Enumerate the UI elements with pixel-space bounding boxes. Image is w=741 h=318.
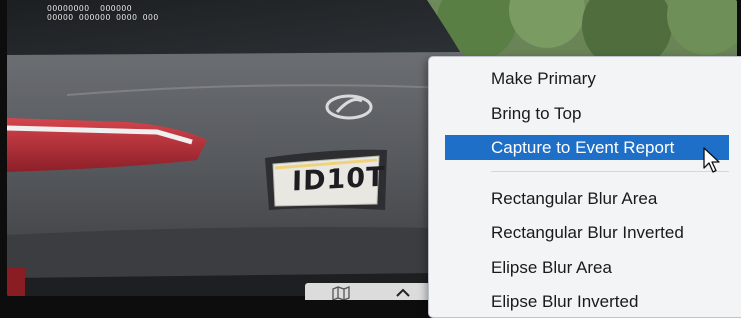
menu-item-elipse-blur-inverted[interactable]: Elipse Blur Inverted bbox=[445, 289, 729, 314]
mouse-pointer-icon bbox=[703, 147, 720, 173]
menu-separator bbox=[491, 171, 729, 172]
map-icon[interactable] bbox=[331, 286, 351, 300]
menu-item-rectangular-blur-area[interactable]: Rectangular Blur Area bbox=[445, 186, 729, 211]
menu-item-make-primary[interactable]: Make Primary bbox=[445, 66, 729, 91]
camera-osd-overlay: OOOOOOOO OOOOOO OOOOO OOOOOO OOOO OOO bbox=[47, 4, 159, 22]
chevron-up-icon[interactable] bbox=[395, 287, 411, 299]
menu-item-elipse-blur-area[interactable]: Elipse Blur Area bbox=[445, 255, 729, 280]
video-toolbar bbox=[305, 283, 430, 300]
menu-item-capture-to-event-report[interactable]: Capture to Event Report bbox=[445, 135, 729, 160]
osd-line-2: OOOOO OOOOOO OOOO OOO bbox=[47, 13, 159, 22]
license-plate-text: ID10T bbox=[291, 161, 386, 198]
osd-line-1: OOOOOOOO OOOOOO bbox=[47, 4, 133, 13]
menu-item-bring-to-top[interactable]: Bring to Top bbox=[445, 101, 729, 126]
context-menu: Make Primary Bring to Top Capture to Eve… bbox=[428, 56, 741, 318]
menu-item-rectangular-blur-inverted[interactable]: Rectangular Blur Inverted bbox=[445, 220, 729, 245]
